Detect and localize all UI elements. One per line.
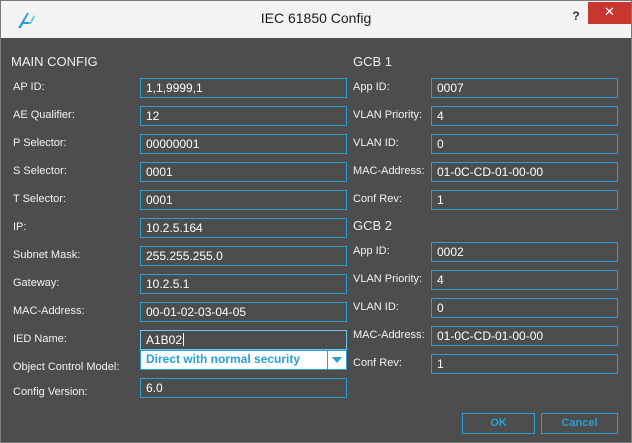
- gcb1-heading: GCB 1: [353, 54, 393, 69]
- p-selector-field[interactable]: 00000001: [140, 134, 347, 154]
- config-dialog: IEC 61850 Config ? ✕ MAIN CONFIG AP ID: …: [0, 0, 632, 443]
- gcb2-app-id-label: App ID:: [353, 245, 390, 257]
- gcb1-conf-rev-label: Conf Rev:: [353, 193, 402, 205]
- ap-id-label: AP ID:: [13, 81, 45, 93]
- gcb1-app-id-label: App ID:: [353, 81, 390, 93]
- window-title: IEC 61850 Config: [260, 10, 372, 26]
- config-version-field[interactable]: 6.0: [140, 378, 347, 398]
- chevron-down-icon: [332, 357, 342, 363]
- object-control-model-label: Object Control Model:: [13, 361, 120, 373]
- gcb2-heading: GCB 2: [353, 218, 393, 233]
- object-control-model-value: Direct with normal security: [146, 352, 301, 366]
- gcb2-vlan-priority-label: VLAN Priority:: [353, 273, 423, 285]
- gateway-label: Gateway:: [13, 277, 60, 289]
- main-config-heading: MAIN CONFIG: [11, 54, 98, 69]
- gcb1-vlan-id-label: VLAN ID:: [353, 137, 399, 149]
- gcb2-app-id-field[interactable]: 0002: [431, 242, 618, 262]
- close-button[interactable]: ✕: [588, 2, 631, 24]
- object-control-model-select[interactable]: Direct with normal security: [140, 350, 347, 370]
- gcb2-conf-rev-label: Conf Rev:: [353, 357, 402, 369]
- gcb1-app-id-field[interactable]: 0007: [431, 78, 618, 98]
- gcb1-mac-address-label: MAC-Address:: [353, 165, 425, 177]
- ied-name-label: IED Name:: [13, 333, 67, 345]
- ied-name-value: A1B02: [146, 333, 183, 347]
- text-caret: [183, 333, 185, 346]
- gcb2-vlan-id-field[interactable]: 0: [431, 298, 618, 318]
- gcb1-vlan-priority-label: VLAN Priority:: [353, 109, 423, 121]
- help-button[interactable]: ?: [566, 6, 586, 26]
- gateway-field[interactable]: 10.2.5.1: [140, 274, 347, 294]
- title-bar[interactable]: IEC 61850 Config ? ✕: [1, 1, 631, 38]
- mac-address-field[interactable]: 00-01-02-03-04-05: [140, 302, 347, 322]
- gcb2-mac-address-label: MAC-Address:: [353, 329, 425, 341]
- ied-name-field[interactable]: A1B02: [140, 330, 347, 350]
- ae-qualifier-label: AE Qualifier:: [13, 109, 75, 121]
- ap-id-field[interactable]: 1,1,9999,1: [140, 78, 347, 98]
- gcb1-mac-address-field[interactable]: 01-0C-CD-01-00-00: [431, 162, 618, 182]
- cancel-button[interactable]: Cancel: [541, 413, 618, 434]
- s-selector-label: S Selector:: [13, 165, 67, 177]
- ok-button[interactable]: OK: [462, 413, 535, 434]
- p-selector-label: P Selector:: [13, 137, 67, 149]
- s-selector-field[interactable]: 0001: [140, 162, 347, 182]
- gcb1-vlan-priority-field[interactable]: 4: [431, 106, 618, 126]
- ae-qualifier-field[interactable]: 12: [140, 106, 347, 126]
- gcb1-conf-rev-field[interactable]: 1: [431, 190, 618, 210]
- dropdown-button[interactable]: [327, 351, 346, 369]
- t-selector-field[interactable]: 0001: [140, 190, 347, 210]
- subnet-mask-field[interactable]: 255.255.255.0: [140, 246, 347, 266]
- t-selector-label: T Selector:: [13, 193, 66, 205]
- ip-label: IP:: [13, 221, 27, 233]
- gcb2-conf-rev-field[interactable]: 1: [431, 354, 618, 374]
- subnet-mask-label: Subnet Mask:: [13, 249, 81, 261]
- gcb2-vlan-priority-field[interactable]: 4: [431, 270, 618, 290]
- mac-address-label: MAC-Address:: [13, 305, 85, 317]
- ip-field[interactable]: 10.2.5.164: [140, 218, 347, 238]
- gcb2-vlan-id-label: VLAN ID:: [353, 301, 399, 313]
- gcb1-vlan-id-field[interactable]: 0: [431, 134, 618, 154]
- gcb2-mac-address-field[interactable]: 01-0C-CD-01-00-00: [431, 326, 618, 346]
- config-version-label: Config Version:: [13, 386, 88, 398]
